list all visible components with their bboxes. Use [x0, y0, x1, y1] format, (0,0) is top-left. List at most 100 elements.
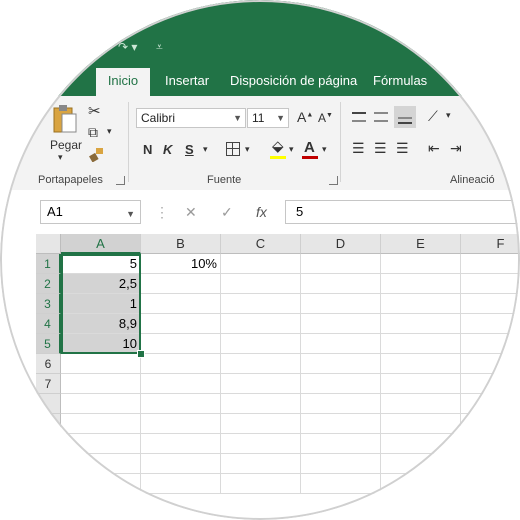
- table-cell[interactable]: [381, 394, 461, 414]
- grow-font-button[interactable]: A▲: [297, 109, 313, 125]
- table-cell[interactable]: [461, 434, 520, 454]
- tab-insertar[interactable]: Insertar: [155, 68, 219, 96]
- table-cell[interactable]: [141, 354, 221, 374]
- customize-quick-access-icon[interactable]: ⩡: [156, 40, 163, 55]
- underline-button[interactable]: S: [185, 142, 194, 157]
- table-cell[interactable]: [141, 374, 221, 394]
- table-cell[interactable]: [221, 374, 301, 394]
- table-cell[interactable]: [301, 274, 381, 294]
- table-cell[interactable]: [381, 314, 461, 334]
- copy-dropdown-icon[interactable]: ▾: [107, 126, 112, 137]
- table-cell[interactable]: [221, 274, 301, 294]
- tab-disposicion-pagina[interactable]: Disposición de página: [220, 68, 367, 96]
- tab-archivo-edge[interactable]: o: [60, 68, 86, 96]
- table-cell[interactable]: [461, 474, 520, 494]
- increase-indent-icon[interactable]: ⇥: [450, 140, 462, 157]
- select-all-corner[interactable]: [36, 234, 61, 254]
- orientation-icon[interactable]: ⟋: [428, 108, 438, 125]
- row-header[interactable]: [36, 394, 61, 414]
- table-cell[interactable]: [221, 434, 301, 454]
- row-header[interactable]: 5: [36, 334, 61, 354]
- format-painter-icon[interactable]: [88, 148, 104, 163]
- table-cell[interactable]: [221, 294, 301, 314]
- clipboard-launcher-icon[interactable]: [116, 176, 125, 185]
- table-cell[interactable]: [221, 314, 301, 334]
- table-cell[interactable]: [141, 294, 221, 314]
- table-cell[interactable]: [381, 354, 461, 374]
- table-cell[interactable]: [221, 354, 301, 374]
- table-cell[interactable]: [141, 454, 221, 474]
- table-cell[interactable]: [381, 334, 461, 354]
- row-header[interactable]: [36, 474, 61, 494]
- font-color-icon[interactable]: A: [304, 139, 315, 156]
- table-cell[interactable]: [61, 394, 141, 414]
- row-header[interactable]: [36, 434, 61, 454]
- tab-inicio[interactable]: Inicio: [96, 68, 150, 96]
- row-header[interactable]: 4: [36, 314, 61, 334]
- table-cell[interactable]: [221, 394, 301, 414]
- underline-dropdown-icon[interactable]: ▾: [203, 144, 208, 155]
- redo-icon[interactable]: ↷ ▾: [118, 40, 137, 54]
- table-cell[interactable]: [461, 274, 520, 294]
- table-cell[interactable]: [461, 254, 520, 274]
- table-cell[interactable]: [61, 454, 141, 474]
- table-cell[interactable]: 8,9: [61, 314, 141, 334]
- table-cell[interactable]: [61, 474, 141, 494]
- table-cell[interactable]: [381, 434, 461, 454]
- font-name-select[interactable]: Calibri ▼: [136, 108, 246, 128]
- table-cell[interactable]: 1: [61, 294, 141, 314]
- paste-dropdown-icon[interactable]: ▾: [58, 152, 63, 163]
- insert-function-icon[interactable]: fx: [256, 204, 267, 220]
- align-bottom-icon[interactable]: [394, 106, 416, 128]
- row-header[interactable]: [36, 414, 61, 434]
- decrease-indent-icon[interactable]: ⇤: [428, 140, 440, 157]
- table-cell[interactable]: 10%: [141, 254, 221, 274]
- fill-dropdown-icon[interactable]: ▾: [289, 144, 294, 155]
- copy-icon[interactable]: ⧉: [88, 124, 98, 141]
- table-cell[interactable]: [301, 414, 381, 434]
- table-cell[interactable]: [301, 434, 381, 454]
- table-cell[interactable]: [61, 414, 141, 434]
- table-cell[interactable]: [461, 354, 520, 374]
- table-cell[interactable]: [221, 254, 301, 274]
- column-header-e[interactable]: E: [381, 234, 461, 254]
- column-header-b[interactable]: B: [141, 234, 221, 254]
- row-header[interactable]: 7: [36, 374, 61, 394]
- table-cell[interactable]: [301, 354, 381, 374]
- table-cell[interactable]: [61, 354, 141, 374]
- table-cell[interactable]: [461, 394, 520, 414]
- table-cell[interactable]: [221, 414, 301, 434]
- table-cell[interactable]: [381, 454, 461, 474]
- enter-icon[interactable]: ✓: [221, 204, 233, 221]
- bold-button[interactable]: N: [143, 142, 152, 157]
- borders-icon[interactable]: [226, 142, 240, 156]
- fill-color-icon[interactable]: ⬙: [272, 137, 284, 155]
- row-header[interactable]: 3: [36, 294, 61, 314]
- table-cell[interactable]: [141, 314, 221, 334]
- table-cell[interactable]: [141, 434, 221, 454]
- paste-icon[interactable]: [52, 104, 78, 134]
- tab-formulas[interactable]: Fórmulas: [363, 68, 437, 96]
- table-cell[interactable]: [381, 374, 461, 394]
- table-cell[interactable]: [461, 414, 520, 434]
- table-cell[interactable]: [461, 294, 520, 314]
- borders-dropdown-icon[interactable]: ▾: [245, 144, 250, 155]
- table-cell[interactable]: [301, 454, 381, 474]
- table-cell[interactable]: [141, 334, 221, 354]
- orientation-dropdown-icon[interactable]: ▾: [446, 110, 451, 121]
- table-cell[interactable]: [301, 294, 381, 314]
- font-size-select[interactable]: 11 ▼: [247, 108, 289, 128]
- table-cell[interactable]: [461, 314, 520, 334]
- align-center-icon[interactable]: ☰: [374, 140, 387, 157]
- table-cell[interactable]: [461, 454, 520, 474]
- formula-input[interactable]: 5: [285, 200, 520, 224]
- table-cell[interactable]: [301, 314, 381, 334]
- paste-button[interactable]: Pegar: [50, 138, 82, 152]
- table-cell[interactable]: [381, 274, 461, 294]
- row-header[interactable]: 6: [36, 354, 61, 374]
- row-header[interactable]: 1: [36, 254, 61, 274]
- cut-icon[interactable]: ✂: [88, 102, 101, 120]
- font-launcher-icon[interactable]: [329, 176, 338, 185]
- table-cell[interactable]: [381, 474, 461, 494]
- table-cell[interactable]: [301, 254, 381, 274]
